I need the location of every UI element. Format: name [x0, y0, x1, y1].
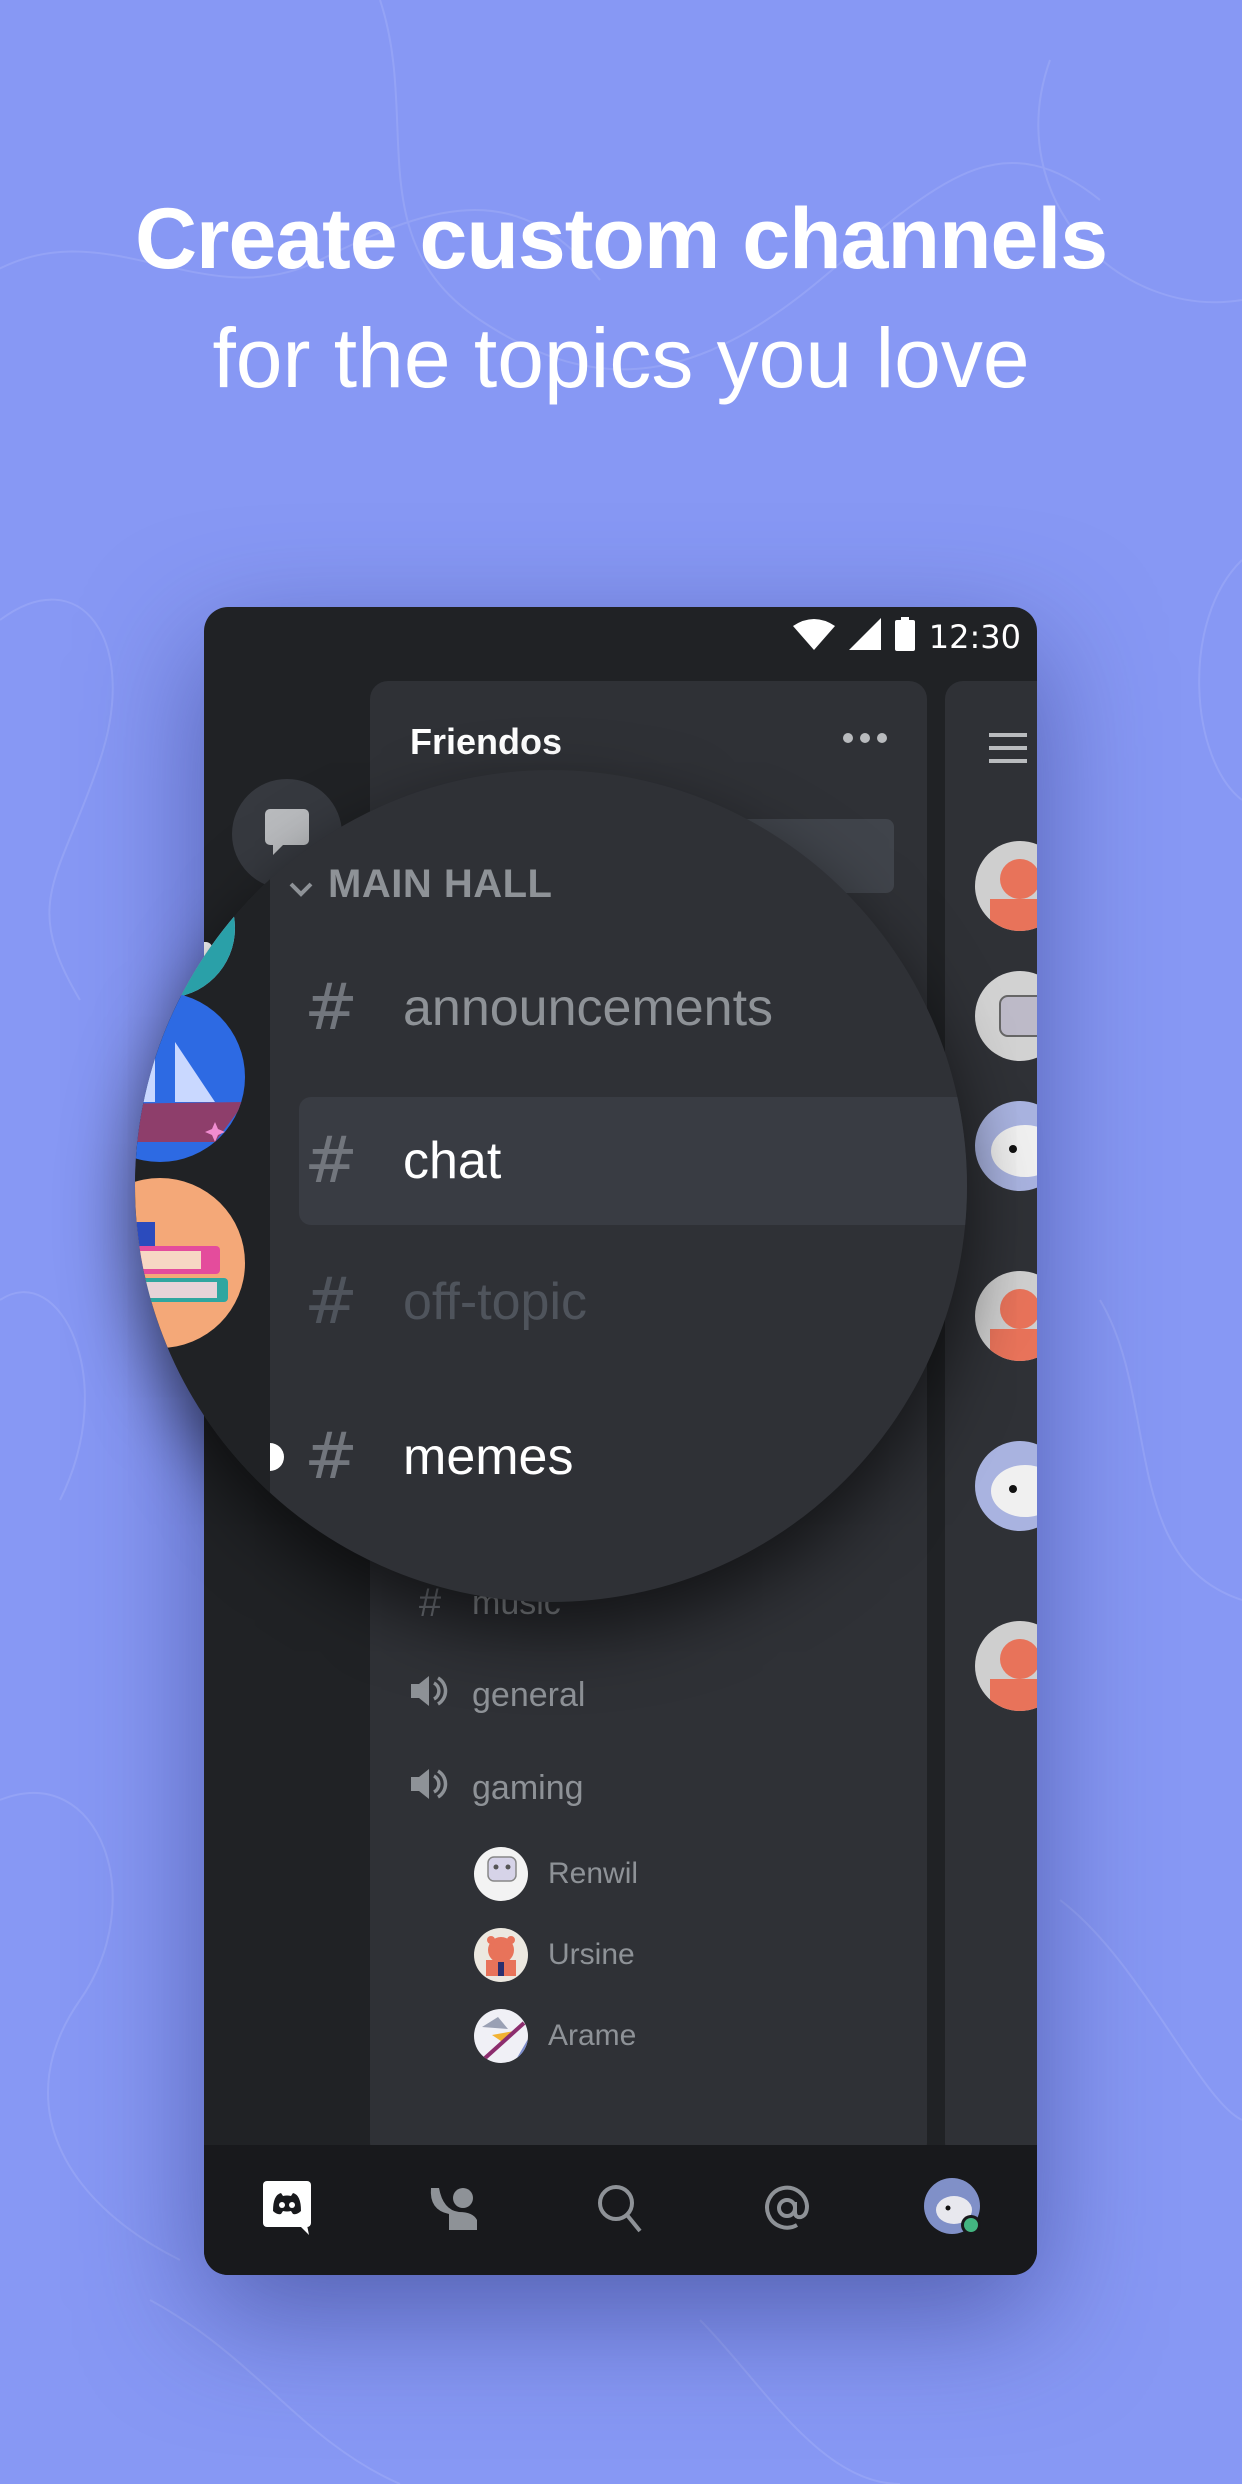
avatar-icon [474, 1928, 528, 1982]
voice-user-arame[interactable]: Arame [474, 2009, 636, 2063]
magnifier-zoom: MAIN HALL # announcements # chat # off-t… [135, 770, 967, 1602]
channel-chat[interactable]: # chat [299, 1097, 967, 1225]
hamburger-icon[interactable] [989, 733, 1027, 768]
friends-icon [429, 2186, 479, 2235]
voice-channel-general[interactable]: general [410, 1673, 585, 1718]
bottom-nav [204, 2145, 1037, 2275]
speaker-icon [410, 1766, 450, 1811]
more-icon-dot [843, 733, 853, 743]
member-avatar[interactable] [975, 1101, 1037, 1191]
status-time: 12:30 [928, 617, 1021, 656]
magnified-server-rail [135, 770, 270, 1602]
nav-search[interactable] [580, 2170, 660, 2250]
search-icon [596, 2183, 644, 2238]
more-icon-dot [877, 733, 887, 743]
channel-name: chat [403, 1132, 502, 1190]
hash-icon: # [304, 1124, 358, 1198]
avatar-icon [474, 2009, 528, 2063]
battery-icon [894, 617, 915, 656]
channel-announcements[interactable]: # announcements [299, 944, 967, 1072]
voice-user-name: Arame [548, 2019, 637, 2052]
voice-channel-gaming[interactable]: gaming [410, 1766, 584, 1811]
category-main-hall[interactable]: MAIN HALL [288, 862, 552, 907]
server-name[interactable]: Friendos [410, 721, 562, 763]
channel-name: general [472, 1676, 586, 1714]
hash-icon: # [304, 971, 358, 1045]
channel-name: memes [403, 1428, 574, 1486]
nav-home[interactable] [247, 2170, 327, 2250]
category-label: MAIN HALL [328, 862, 553, 906]
nav-mentions[interactable] [747, 2170, 827, 2250]
at-icon [763, 2184, 811, 2237]
member-avatar[interactable] [975, 1621, 1037, 1711]
voice-user-ursine[interactable]: Ursine [474, 1928, 635, 1982]
hash-icon: # [304, 1265, 358, 1339]
server-sailboat[interactable] [135, 992, 245, 1162]
nav-profile[interactable] [914, 2170, 994, 2250]
status-bar: 12:30 [204, 607, 1037, 667]
channel-off-topic[interactable]: # off-topic [299, 1238, 967, 1366]
voice-user-name: Ursine [548, 1938, 635, 1971]
channel-name: off-topic [403, 1273, 588, 1331]
member-avatar[interactable] [975, 841, 1037, 931]
avatar-icon [923, 2177, 984, 2243]
member-avatar[interactable] [975, 1441, 1037, 1531]
discord-icon [263, 2180, 312, 2240]
speaker-icon [410, 1673, 450, 1718]
wifi-icon [792, 618, 835, 655]
server-icon-partial[interactable] [135, 858, 235, 998]
channel-name: announcements [403, 979, 774, 1037]
books-icon [135, 1178, 245, 1348]
avatar-icon [474, 1847, 528, 1901]
online-status-dot [963, 2217, 978, 2232]
channel-memes[interactable]: # memes [299, 1393, 967, 1521]
member-avatar[interactable] [975, 1271, 1037, 1361]
member-avatar[interactable] [975, 971, 1037, 1061]
more-options-button[interactable] [843, 733, 887, 743]
hash-icon: # [304, 1420, 358, 1494]
unread-indicator [270, 1443, 284, 1471]
sailboat-icon [135, 992, 245, 1162]
headline-title: Create custom channels [134, 191, 1108, 287]
voice-user-name: Renwil [548, 1857, 639, 1890]
voice-user-renwil[interactable]: Renwil [474, 1847, 638, 1901]
server-books[interactable] [135, 1178, 245, 1348]
signal-icon [848, 618, 881, 655]
more-icon-dot [860, 733, 870, 743]
channel-name: gaming [472, 1769, 584, 1807]
headline-subtitle: for the topics you love [212, 311, 1030, 405]
nav-friends[interactable] [414, 2170, 494, 2250]
chevron-down-icon [288, 862, 314, 907]
